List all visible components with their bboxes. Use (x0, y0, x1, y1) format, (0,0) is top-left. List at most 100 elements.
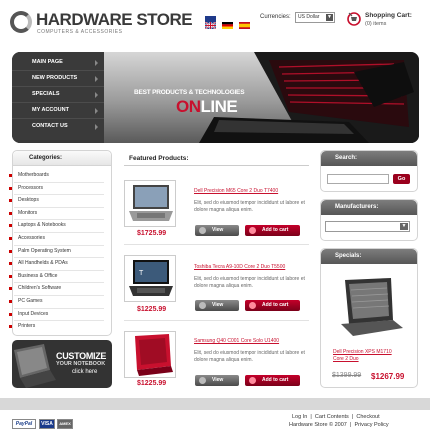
footer-checkout-link[interactable]: Checkout (356, 414, 379, 420)
logo-subtitle: COMPUTERS & ACCESSORIES (37, 29, 123, 35)
banner: MAIN PAGE NEW PRODUCTS SPECIALS MY ACCOU… (12, 52, 419, 143)
footer-links: Log In | Cart Contents | Checkout (292, 414, 380, 420)
product-name[interactable]: Toshiba Tecra A9-10D Core 2 Duo T5500 (194, 264, 285, 270)
category-divider (14, 206, 104, 208)
search-input[interactable] (327, 174, 389, 184)
cart-title[interactable]: Shopping Cart: (365, 12, 412, 19)
currencies-label: Currencies: (260, 14, 291, 20)
footer-separator: | (350, 414, 355, 420)
product-description: Elit, sed do eiusmod tempor incididunt u… (194, 200, 305, 213)
special-product-name[interactable]: Dell Precision XPS M1710 Core 2 Duo (333, 349, 393, 363)
view-button[interactable]: View (195, 300, 239, 311)
flag-spain-icon[interactable] (239, 16, 250, 29)
laptop-hero-icon (199, 52, 419, 143)
product-divider (124, 320, 309, 321)
customize-banner[interactable]: CUSTOMIZE YOUR NOTEBOOK click here (12, 340, 112, 388)
add-to-cart-button[interactable]: Add to cart (245, 375, 300, 386)
category-item[interactable]: Accessories (9, 235, 45, 241)
manufacturers-box: Manufacturers: (320, 199, 418, 241)
category-divider (14, 257, 104, 259)
categories-title: Categories: (13, 151, 111, 166)
featured-title: Featured Products: (129, 155, 189, 162)
nav-item-main-page[interactable]: MAIN PAGE (12, 55, 104, 71)
footer-copyright-row: Hardware Store © 2007 | Privacy Policy (289, 422, 389, 428)
product-price: $1725.99 (137, 230, 167, 237)
currency-select[interactable]: US Dollar ▼ (295, 12, 335, 23)
flag-germany-icon[interactable] (222, 16, 233, 29)
category-divider (14, 320, 104, 322)
view-button[interactable]: View (195, 225, 239, 236)
category-item[interactable]: Laptops & Notebooks (9, 222, 66, 228)
hero-headline: ONLINE (176, 97, 238, 117)
footer-separator: | (308, 414, 314, 420)
category-divider (14, 282, 104, 284)
category-item[interactable]: All Handhelds & PDAs (9, 260, 68, 266)
logo-icon[interactable] (10, 11, 32, 33)
nav-item-new-products[interactable]: NEW PRODUCTS (12, 71, 104, 87)
category-item[interactable]: Desktops (9, 197, 39, 203)
nav-label: CONTACT US (32, 123, 68, 129)
view-button[interactable]: View (195, 375, 239, 386)
category-divider (14, 219, 104, 221)
nav-label: MAIN PAGE (32, 59, 63, 65)
category-item[interactable]: Business & Office (8, 273, 57, 279)
product-image[interactable] (124, 180, 176, 227)
logo-title[interactable]: HARDWARE STORE (36, 10, 193, 30)
arrow-right-icon (95, 92, 98, 98)
cart-icon[interactable] (346, 11, 362, 32)
laptop-gray-icon (129, 185, 173, 221)
laptop-black-icon: T (129, 260, 173, 296)
special-new-price: $1267.99 (371, 372, 405, 381)
manufacturers-select[interactable]: ▼ (325, 221, 410, 232)
amex-logo: AMEX (57, 419, 73, 429)
category-item[interactable]: PC Games (8, 298, 42, 304)
category-item[interactable]: Processors (8, 185, 43, 191)
arrow-right-icon (95, 108, 98, 114)
category-item[interactable]: Palm Operating System (9, 248, 71, 254)
arrow-right-icon (95, 76, 98, 82)
search-go-button[interactable]: Go (393, 174, 410, 184)
category-item[interactable]: Children's Software (8, 285, 61, 291)
special-product-image[interactable] (331, 276, 411, 338)
hero-image: BEST PRODUCTS & TECHNOLOGIES ONLINE (104, 52, 419, 143)
nav-item-specials[interactable]: SPECIALS (12, 87, 104, 103)
customize-link[interactable]: click here (72, 369, 97, 375)
product-price: $1225.99 (137, 306, 167, 313)
footer-cart-link[interactable]: Cart Contents (315, 414, 349, 420)
search-box: Search: (320, 150, 418, 192)
featured-divider (124, 165, 309, 166)
product-name[interactable]: Samsung Q40 C001 Core Solo U1400 (194, 338, 279, 344)
paypal-logo: PayPal (12, 419, 36, 429)
category-item[interactable]: Printers (8, 323, 35, 329)
nav-item-contact-us[interactable]: CONTACT US (12, 119, 104, 135)
product-image[interactable]: T (124, 255, 176, 302)
flag-uk-icon[interactable] (204, 16, 217, 30)
manufacturers-title: Manufacturers: (321, 200, 417, 215)
nav-item-my-account[interactable]: MY ACCOUNT (12, 103, 104, 119)
category-divider (14, 194, 104, 196)
add-to-cart-button[interactable]: Add to cart (245, 225, 300, 236)
hero-headline-red: ON (176, 97, 201, 116)
customize-title: CUSTOMIZE (56, 351, 107, 361)
laptop-red-icon (135, 334, 173, 376)
search-title: Search: (321, 151, 417, 166)
category-divider (14, 244, 104, 246)
laptop-icon (14, 344, 56, 388)
category-item[interactable]: Motherboards (9, 172, 49, 178)
nav-label: SPECIALS (32, 91, 60, 97)
visa-logo: VISA (39, 419, 55, 429)
special-old-price: $1399.99 (332, 372, 362, 379)
category-item[interactable]: Monitors (8, 210, 37, 216)
customize-subtitle: YOUR NOTEBOOK (56, 361, 106, 367)
cart-items-count[interactable]: (0) items (365, 21, 386, 27)
footer-login-link[interactable]: Log In (292, 414, 307, 420)
hero-tagline: BEST PRODUCTS & TECHNOLOGIES (134, 89, 245, 96)
product-image[interactable] (124, 331, 176, 378)
product-description: Elit, sed do eiusmod tempor incididunt u… (194, 276, 305, 289)
product-description: Elit, sed do eiusmod tempor incididunt u… (194, 350, 305, 363)
product-name[interactable]: Dell Precision M65 Core 2 Duo T7400 (194, 188, 278, 194)
chevron-down-icon: ▼ (400, 223, 408, 230)
footer-privacy-link[interactable]: Privacy Policy (354, 422, 388, 428)
add-to-cart-button[interactable]: Add to cart (245, 300, 300, 311)
category-item[interactable]: Input Devices (8, 311, 48, 317)
